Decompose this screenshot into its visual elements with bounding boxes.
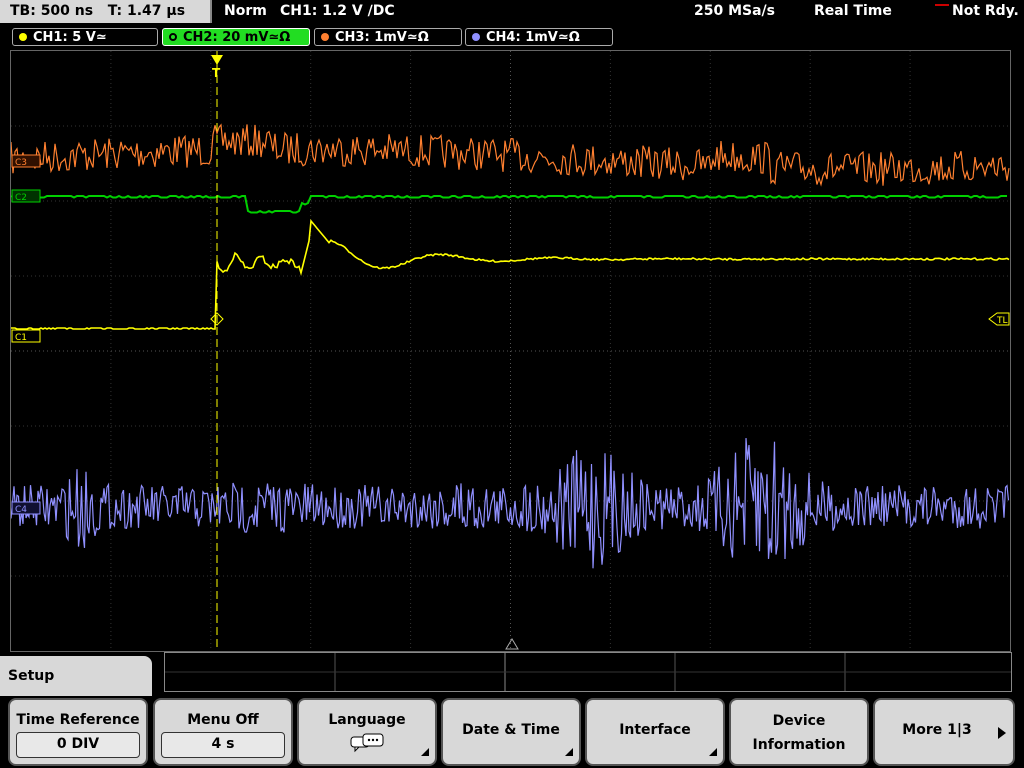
speech-bubbles-icon [350,733,384,753]
channel-tab-ch4[interactable]: CH4: 1mV≃Ω [465,28,613,46]
device-info-text: Device Information [731,712,867,754]
more-button[interactable]: More 1|3 [873,698,1015,766]
trigger-position-label: T [212,66,221,80]
more-label: More 1|3 [902,722,972,738]
trigger-level-label: TL [996,316,1008,326]
submenu-arrow-icon [709,748,717,756]
menu-off-button[interactable]: Menu Off 4 s [153,698,293,766]
setup-title: Setup [8,668,55,684]
timebase-value: TB: 500 ns [10,3,94,19]
ch3-offset-label: C3 [15,158,27,168]
ch4-color-dot [472,33,480,41]
status-indicator [935,4,949,6]
next-page-arrow-icon [998,727,1006,739]
language-label: Language [328,712,406,728]
ch2-color-dot [169,33,177,41]
ch4-label: CH4: 1mV≃Ω [486,30,580,45]
ch2-label: CH2: 20 mV≃Ω [183,30,291,45]
date-time-label: Date & Time [462,722,560,738]
device-information-button[interactable]: Device Information [729,698,869,766]
waveform-canvas: T TL C1 C2 C3 C4 [11,51,1010,651]
ch4-offset-label: C4 [15,505,27,515]
acquisition-mode: Real Time [814,3,892,19]
overview-canvas [165,653,1011,691]
ch2-waveform [11,194,1007,214]
language-button[interactable]: Language [297,698,437,766]
center-marker [505,638,519,650]
interface-label: Interface [619,722,691,738]
trigger-mode: Norm [224,3,267,19]
channel-tab-ch1[interactable]: CH1: 5 V≃ [12,28,158,46]
ch1-color-dot [19,33,27,41]
menu-off-label: Menu Off [187,712,259,728]
interface-button[interactable]: Interface [585,698,725,766]
ch3-color-dot [321,33,329,41]
date-time-button[interactable]: Date & Time [441,698,581,766]
trigger-position-marker [211,55,223,65]
sample-rate: 250 MSa/s [694,3,776,19]
ch2-offset-label: C2 [15,193,27,203]
timebase-box[interactable]: TB: 500 ns T: 1.47 µs [0,0,212,23]
time-reference-button[interactable]: Time Reference 0 DIV [8,698,148,766]
overview-strip [164,652,1012,692]
status-bar: TB: 500 ns T: 1.47 µs Norm CH1: 1.2 V ∕D… [0,0,1024,24]
ch4-waveform [11,438,1010,569]
submenu-arrow-icon [421,748,429,756]
device-info-label-2: Information [752,737,846,753]
ch3-label: CH3: 1mV≃Ω [335,30,429,45]
ch1-offset-label: C1 [15,333,27,343]
device-info-label-1: Device [772,713,826,729]
time-reference-label: Time Reference [16,712,140,728]
channel-tab-ch3[interactable]: CH3: 1mV≃Ω [314,28,462,46]
setup-menu-title: Setup [0,656,152,696]
menu-off-value: 4 s [161,732,285,758]
waveform-display[interactable]: T TL C1 C2 C3 C4 [10,50,1011,652]
acquisition-status: Not Rdy. [952,3,1019,19]
time-reference-value: 0 DIV [16,732,140,758]
channel-tab-ch2[interactable]: CH2: 20 mV≃Ω [162,28,310,46]
submenu-arrow-icon [565,748,573,756]
trigger-info: CH1: 1.2 V ∕DC [280,3,395,19]
ch1-label: CH1: 5 V≃ [33,30,107,45]
trigger-time-value: T: 1.47 µs [107,3,186,19]
